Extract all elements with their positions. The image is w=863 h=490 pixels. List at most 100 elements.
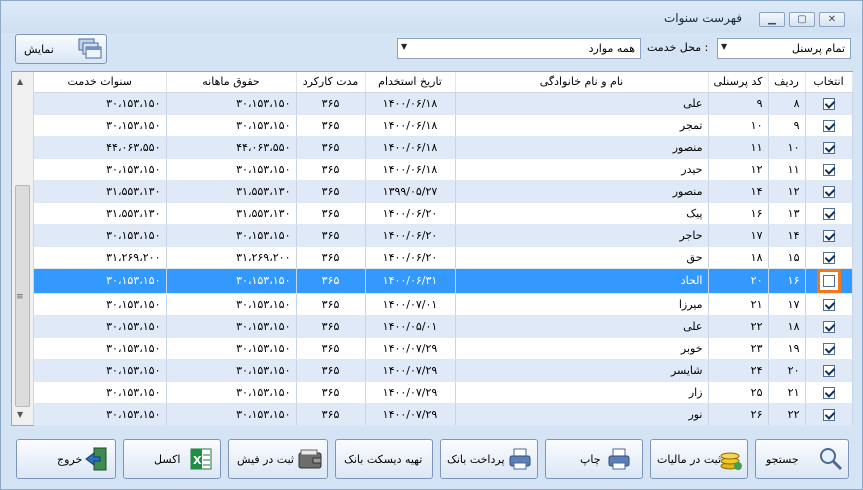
cell-select [805, 158, 853, 181]
coins-icon [720, 452, 742, 470]
cell-days: ۳۶۵ [296, 92, 366, 115]
col-header-sanavat[interactable]: سنوات خدمت [34, 72, 167, 93]
row-select-checkbox[interactable] [822, 185, 835, 198]
row-select-checkbox[interactable] [822, 119, 835, 132]
cell-name: زار [455, 381, 709, 404]
excel-button[interactable]: اکسل X [123, 439, 221, 479]
bank-disk-button[interactable]: تهیه دیسکت بانک [335, 439, 433, 479]
cell-code: ۱۲ [708, 158, 769, 181]
cell-sanavat: ۳۰،۱۵۳،۱۵۰ [34, 359, 167, 382]
header-row: سنوات خدمت حقوق ماهانه مدت کارکرد تاریخ … [34, 72, 853, 93]
row-select-checkbox[interactable] [822, 342, 835, 355]
cell-salary: ۳۰،۱۵۳،۱۵۰ [166, 403, 297, 426]
table-row[interactable]: ۳۱،۵۵۳،۱۳۰ ۳۱،۵۵۳،۱۳۰ ۳۶۵ ۱۳۹۹/۰۵/۲۷ منصور ۱۴… [34, 180, 853, 203]
cell-days: ۳۶۵ [296, 202, 366, 225]
table-row[interactable]: ۳۰،۱۵۳،۱۵۰ ۳۰،۱۵۳،۱۵۰ ۳۶۵ ۱۴۰۰/۰۶/۱۸ علی ۹ ۸ [34, 92, 853, 115]
cell-salary: ۳۰،۱۵۳،۱۵۰ [166, 158, 297, 181]
bank-pay-button-label: پرداخت بانک [447, 453, 505, 466]
action-bar: جستجو ثبت در مالیات چاپ پرداخت بانک تهیه… [1, 433, 862, 487]
maximize-button[interactable]: ▢ [789, 12, 815, 27]
cell-code: ۱۷ [708, 224, 769, 247]
cell-sanavat: ۳۰،۱۵۳،۱۵۰ [34, 268, 167, 294]
row-select-checkbox[interactable] [822, 408, 835, 421]
scroll-up-icon[interactable]: ▲ [17, 77, 23, 86]
cell-select [805, 381, 853, 404]
exit-button[interactable]: خروج [16, 439, 116, 479]
col-header-name[interactable]: نام و نام خانوادگی [455, 72, 709, 93]
cell-date: ۱۴۰۰/۰۶/۳۱ [365, 268, 456, 294]
table-row[interactable]: ۳۰،۱۵۳،۱۵۰ ۳۰،۱۵۳،۱۵۰ ۳۶۵ ۱۴۰۰/۰۶/۱۸ حیدر ۱۲ ۱… [34, 158, 853, 181]
cell-date: ۱۴۰۰/۰۶/۲۰ [365, 224, 456, 247]
table-row[interactable]: ۳۱،۲۶۹،۲۰۰ ۳۱،۲۶۹،۲۰۰ ۳۶۵ ۱۴۰۰/۰۶/۲۰ حق ۱۸ ۱۵ [34, 246, 853, 269]
row-select-checkbox[interactable] [822, 320, 835, 333]
filter-toolbar: نمایش ▼ همه موارد محل خدمت : ▼ تمام پرسن… [1, 33, 862, 69]
table-row[interactable]: ۳۰،۱۵۳،۱۵۰ ۳۰،۱۵۳،۱۵۰ ۳۶۵ ۱۴۰۰/۰۷/۲۹ زار ۲۵ ۲۱ [34, 381, 853, 404]
scroll-down-icon[interactable]: ▼ [17, 410, 23, 419]
cell-sanavat: ۳۱،۲۶۹،۲۰۰ [34, 246, 167, 269]
row-select-checkbox[interactable] [822, 274, 835, 287]
cell-radif: ۲۱ [768, 381, 806, 404]
cell-name: حیدر [455, 158, 709, 181]
show-button[interactable]: نمایش [15, 34, 107, 64]
cell-sanavat: ۳۰،۱۵۳،۱۵۰ [34, 403, 167, 426]
col-header-date[interactable]: تاریخ استخدام [365, 72, 456, 93]
row-select-checkbox[interactable] [822, 298, 835, 311]
col-header-select[interactable]: انتخاب [805, 72, 853, 93]
cell-salary: ۴۴،۰۶۳،۵۵۰ [166, 136, 297, 159]
table-row[interactable]: ۳۰،۱۵۳،۱۵۰ ۳۰،۱۵۳،۱۵۰ ۳۶۵ ۱۴۰۰/۰۷/۲۹ خوبر ۲۳ ۱… [34, 337, 853, 360]
cell-sanavat: ۳۰،۱۵۳،۱۵۰ [34, 315, 167, 338]
table-row[interactable]: ۳۰،۱۵۳،۱۵۰ ۳۰،۱۵۳،۱۵۰ ۳۶۵ ۱۴۰۰/۰۶/۱۸ تمجر ۱۰ ۹ [34, 114, 853, 137]
window: فهرست سنوات ▁ ▢ ✕ نمایش ▼ همه موارد محل … [0, 0, 863, 490]
cell-days: ۳۶۵ [296, 246, 366, 269]
personnel-select[interactable]: ▼ تمام پرسنل [717, 38, 851, 59]
cell-code: ۲۳ [708, 337, 769, 360]
table-row[interactable]: ۳۰،۱۵۳،۱۵۰ ۳۰،۱۵۳،۱۵۰ ۳۶۵ ۱۴۰۰/۰۷/۰۱ میرزا ۲۱… [34, 293, 853, 316]
row-select-checkbox[interactable] [822, 141, 835, 154]
table-row[interactable]: ۳۰،۱۵۳،۱۵۰ ۳۰،۱۵۳،۱۵۰ ۳۶۵ ۱۴۰۰/۰۶/۲۰ حاجر ۱۷ ۱… [34, 224, 853, 247]
table-row[interactable]: ۳۰،۱۵۳،۱۵۰ ۳۰،۱۵۳،۱۵۰ ۳۶۵ ۱۴۰۰/۰۵/۰۱ علی ۲۲ ۱۸ [34, 315, 853, 338]
tax-button-label: ثبت در مالیات [657, 453, 722, 466]
row-select-checkbox[interactable] [822, 386, 835, 399]
row-select-checkbox[interactable] [822, 97, 835, 110]
search-button[interactable]: جستجو [755, 439, 849, 479]
table-row-selected[interactable]: ۳۰،۱۵۳،۱۵۰ ۳۰،۱۵۳،۱۵۰ ۳۶۵ ۱۴۰۰/۰۶/۳۱ الحاد ۲۰… [34, 268, 853, 294]
cell-date: ۱۴۰۰/۰۷/۲۹ [365, 359, 456, 382]
col-header-days[interactable]: مدت کارکرد [296, 72, 366, 93]
cell-code: ۲۱ [708, 293, 769, 316]
table-row[interactable]: ۳۱،۵۵۳،۱۳۰ ۳۱،۵۵۳،۱۳۰ ۳۶۵ ۱۴۰۰/۰۶/۲۰ پیک ۱۶ ۱۳ [34, 202, 853, 225]
cell-days: ۳۶۵ [296, 359, 366, 382]
tax-button[interactable]: ثبت در مالیات [650, 439, 748, 479]
table-row[interactable]: ۳۰،۱۵۳،۱۵۰ ۳۰،۱۵۳،۱۵۰ ۳۶۵ ۱۴۰۰/۰۷/۲۹ نور ۲۶ ۲۲ [34, 403, 853, 426]
close-button[interactable]: ✕ [819, 12, 845, 27]
col-header-salary[interactable]: حقوق ماهانه [166, 72, 297, 93]
row-select-checkbox[interactable] [822, 364, 835, 377]
vertical-scrollbar[interactable]: ▲ ≡ ▼ [12, 72, 34, 425]
row-select-checkbox[interactable] [822, 207, 835, 220]
table-row[interactable]: ۴۴،۰۶۳،۵۵۰ ۴۴،۰۶۳،۵۵۰ ۳۶۵ ۱۴۰۰/۰۶/۱۸ منصور ۱۱… [34, 136, 853, 159]
bank-pay-button[interactable]: پرداخت بانک [440, 439, 538, 479]
service-location-select[interactable]: ▼ همه موارد [397, 38, 641, 59]
cell-salary: ۳۰،۱۵۳،۱۵۰ [166, 224, 297, 247]
cell-days: ۳۶۵ [296, 136, 366, 159]
cell-select [805, 180, 853, 203]
cell-radif: ۱۸ [768, 315, 806, 338]
cell-code: ۲۲ [708, 315, 769, 338]
col-header-code[interactable]: کد پرسنلی [708, 72, 769, 93]
cell-salary: ۳۰،۱۵۳،۱۵۰ [166, 359, 297, 382]
payslip-button[interactable]: ثبت در فیش [228, 439, 328, 479]
cell-select [805, 246, 853, 269]
cell-code: ۲۶ [708, 403, 769, 426]
row-select-checkbox[interactable] [822, 229, 835, 242]
sanavat-grid: ▲ ≡ ▼ سنوات خدمت حقوق ماهانه مدت کارکرد … [11, 71, 853, 426]
cell-name: علی [455, 92, 709, 115]
close-icon: ✕ [827, 14, 837, 25]
cell-salary: ۳۰،۱۵۳،۱۵۰ [166, 381, 297, 404]
col-header-radif[interactable]: ردیف [768, 72, 806, 93]
table-row[interactable]: ۳۰،۱۵۳،۱۵۰ ۳۰،۱۵۳،۱۵۰ ۳۶۵ ۱۴۰۰/۰۷/۲۹ شایسر ۲۴… [34, 359, 853, 382]
row-select-checkbox[interactable] [822, 163, 835, 176]
cell-date: ۱۴۰۰/۰۷/۲۹ [365, 337, 456, 360]
print-button[interactable]: چاپ [545, 439, 643, 479]
minimize-button[interactable]: ▁ [759, 12, 785, 27]
chevron-down-icon: ▼ [401, 42, 408, 51]
row-select-checkbox[interactable] [822, 251, 835, 264]
